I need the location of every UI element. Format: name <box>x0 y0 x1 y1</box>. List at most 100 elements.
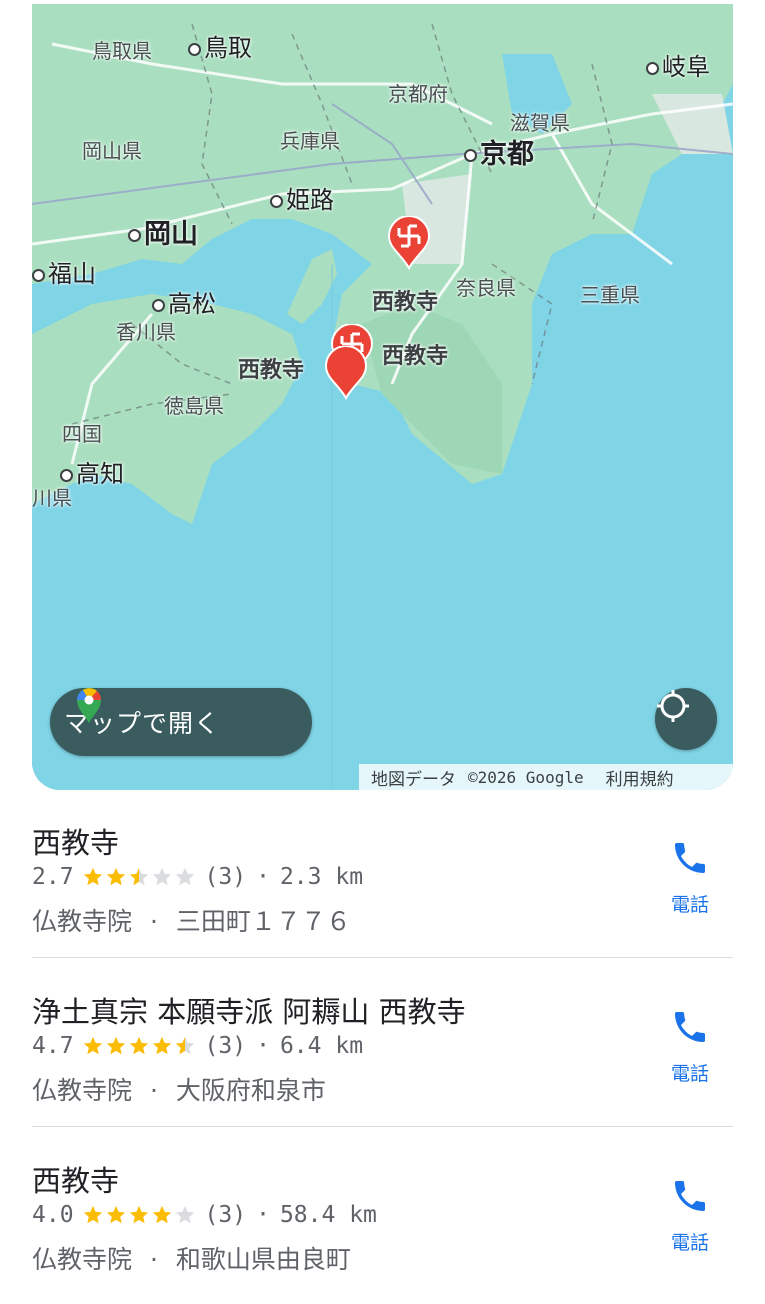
star-icon <box>175 1205 194 1224</box>
star-icon <box>106 1205 125 1224</box>
place-name[interactable]: 西教寺 <box>32 820 119 862</box>
place-category: 仏教寺院 <box>32 1245 133 1274</box>
review-count: (3) <box>204 1033 247 1059</box>
place-category-address: 仏教寺院 · 三田町１７７６ <box>32 902 351 938</box>
divider <box>32 1126 733 1127</box>
star-icon <box>106 1036 125 1055</box>
separator: · <box>149 907 158 936</box>
star-icon <box>83 1205 102 1224</box>
distance: 58.4 km <box>279 1202 377 1228</box>
call-button[interactable]: 電話 <box>658 838 722 918</box>
map-copyright: ©2026 Google <box>468 767 584 787</box>
city-dot-icon <box>128 229 141 242</box>
place-category-address: 仏教寺院 · 大阪府和泉市 <box>32 1071 326 1107</box>
map-attribution: 地図データ ©2026 Google 利用規約 <box>359 764 733 790</box>
map-label-gifu: 岐阜 <box>646 47 710 82</box>
temple-marker-icon <box>324 346 368 400</box>
map-label-nara-pref: 奈良県 <box>456 276 516 300</box>
place-name[interactable]: 浄土真宗 本願寺派 阿耨山 西教寺 <box>32 989 466 1031</box>
rating-value: 2.7 <box>32 864 74 890</box>
map-label-himeji: 姫路 <box>270 180 334 215</box>
phone-icon <box>675 1181 705 1211</box>
place-address: 和歌山県由良町 <box>175 1245 351 1274</box>
place-meta: 4.0 (3) · 58.4 km <box>32 1202 377 1228</box>
map-label-kochi-pref: 川県 <box>32 486 72 510</box>
star-icon <box>83 1036 102 1055</box>
place-meta: 2.7 (3) · 2.3 km <box>32 864 363 890</box>
map-label-kyoto-text: 京都 <box>480 139 534 170</box>
city-dot-icon <box>60 468 73 482</box>
map-label-okayama-pref: 岡山県 <box>82 139 142 163</box>
star-icon <box>129 1205 148 1224</box>
crosshair-icon <box>657 690 689 722</box>
map-label-kochi-text: 高知 <box>76 460 124 488</box>
map-label-hyogo-pref: 兵庫県 <box>280 129 340 153</box>
pin-label-2: 西教寺 <box>382 344 449 369</box>
result-item[interactable]: 西教寺 2.7 (3) · 2.3 km 仏教寺院 · 三田町１７７６ 電話 <box>32 798 733 966</box>
map-background <box>32 4 733 790</box>
star-icon <box>175 1036 194 1055</box>
map-label-kyoto-pref: 京都府 <box>388 82 448 106</box>
call-button[interactable]: 電話 <box>658 1176 722 1256</box>
city-dot-icon <box>152 298 165 312</box>
rating-value: 4.0 <box>32 1202 74 1228</box>
map-label-mie-pref: 三重県 <box>580 283 640 307</box>
map-label-tottori: 鳥取 <box>188 28 252 63</box>
review-count: (3) <box>204 864 247 890</box>
city-dot-icon <box>32 268 45 282</box>
map-label-kagawa-pref: 香川県 <box>116 320 176 344</box>
place-category: 仏教寺院 <box>32 1076 133 1105</box>
rating-stars <box>82 1204 197 1226</box>
place-meta: 4.7 (3) · 6.4 km <box>32 1033 363 1059</box>
map-label-okayama-text: 岡山 <box>144 219 198 250</box>
star-icon <box>129 867 148 886</box>
my-location-button[interactable] <box>655 688 717 750</box>
review-count: (3) <box>204 1202 247 1228</box>
place-category: 仏教寺院 <box>32 907 133 936</box>
city-dot-icon <box>270 194 283 208</box>
place-category-address: 仏教寺院 · 和歌山県由良町 <box>32 1240 351 1276</box>
result-item[interactable]: 西教寺 4.0 (3) · 58.4 km 仏教寺院 · 和歌山県由良町 電話 <box>32 1136 733 1304</box>
place-name[interactable]: 西教寺 <box>32 1158 119 1200</box>
map-label-takamatsu: 高松 <box>152 284 216 319</box>
separator: · <box>256 864 270 890</box>
separator: · <box>256 1033 270 1059</box>
map-view[interactable]: 鳥取県 鳥取 京都府 岐阜 岡山県 兵庫県 滋賀県 京都 姫路 岡山 福山 奈良… <box>32 4 733 790</box>
star-icon <box>152 867 171 886</box>
pin-label-3: 西教寺 <box>238 358 305 383</box>
star-icon <box>152 1036 171 1055</box>
separator: · <box>149 1076 158 1105</box>
map-label-tokushima-pref: 徳島県 <box>164 394 224 418</box>
map-label-fukuyama-text: 福山 <box>48 260 96 288</box>
map-label-tottori-text: 鳥取 <box>204 34 252 62</box>
map-label-kyoto: 京都 <box>464 132 534 171</box>
city-dot-icon <box>646 61 659 75</box>
google-maps-pin-icon <box>77 688 102 723</box>
place-address: 大阪府和泉市 <box>175 1076 326 1105</box>
map-label-himeji-text: 姫路 <box>286 186 334 214</box>
divider <box>32 957 733 958</box>
phone-icon <box>675 1012 705 1042</box>
temple-pin-3[interactable] <box>324 346 368 400</box>
map-label-fukuyama: 福山 <box>32 254 96 289</box>
map-label-shikoku: 四国 <box>62 422 102 446</box>
separator: · <box>256 1202 270 1228</box>
distance: 6.4 km <box>279 1033 364 1059</box>
star-icon <box>152 1205 171 1224</box>
open-in-maps-button[interactable]: マップで開く <box>50 688 312 756</box>
rating-value: 4.7 <box>32 1033 74 1059</box>
phone-icon <box>675 843 705 873</box>
map-label-gifu-text: 岐阜 <box>662 53 710 81</box>
star-icon <box>106 867 125 886</box>
city-dot-icon <box>464 149 477 162</box>
call-label: 電話 <box>670 1063 709 1085</box>
call-button[interactable]: 電話 <box>658 1007 722 1087</box>
terms-link[interactable]: 利用規約 <box>606 765 674 790</box>
temple-pin-1[interactable] <box>387 216 431 270</box>
map-label-tottori-pref: 鳥取県 <box>92 39 152 63</box>
rating-stars <box>82 866 197 888</box>
result-item[interactable]: 浄土真宗 本願寺派 阿耨山 西教寺 4.7 (3) · 6.4 km 仏教寺院 … <box>32 967 733 1135</box>
place-address: 三田町１７７６ <box>175 907 351 936</box>
temple-marker-icon <box>387 216 431 270</box>
map-data-label: 地図データ <box>371 769 456 790</box>
